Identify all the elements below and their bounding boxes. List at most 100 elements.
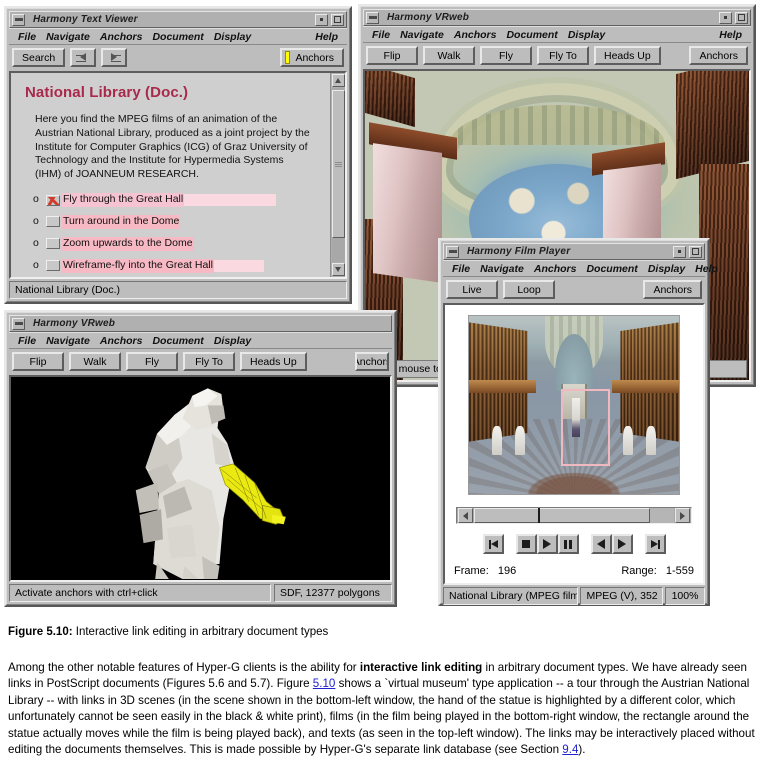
skip-to-start-button[interactable]	[483, 534, 504, 554]
document-view[interactable]: National Library (Doc.) Here you find th…	[9, 71, 347, 279]
menu-help[interactable]: Help	[714, 29, 747, 41]
document-link[interactable]: Turn around in the Dome	[62, 215, 180, 229]
film-position-scrollbar[interactable]	[456, 507, 692, 524]
loop-button[interactable]: Loop	[503, 280, 555, 299]
step-back-button[interactable]	[591, 534, 612, 554]
document-link[interactable]: Fly through the Great Hall	[62, 193, 184, 207]
menu-display[interactable]: Display	[209, 31, 256, 43]
window-vrweb-statue[interactable]: Harmony VRweb File Navigate Anchors Docu…	[4, 310, 397, 607]
fly-button[interactable]: Fly	[480, 46, 532, 65]
walk-button[interactable]: Walk	[69, 352, 121, 371]
anchors-button[interactable]: Anchors	[355, 352, 389, 371]
heads-up-button[interactable]: Heads Up	[240, 352, 307, 371]
anchors-button[interactable]: Anchors	[689, 46, 748, 65]
menubar[interactable]: File Navigate Anchors Document Display H…	[443, 260, 705, 277]
fly-button[interactable]: Fly	[126, 352, 178, 371]
menu-navigate[interactable]: Navigate	[395, 29, 449, 41]
menubar[interactable]: File Navigate Anchors Document Display	[9, 332, 392, 349]
fly-to-button[interactable]: Fly To	[183, 352, 235, 371]
walk-button[interactable]: Walk	[423, 46, 475, 65]
step-forward-button[interactable]	[612, 534, 633, 554]
fly-to-button[interactable]: Fly To	[537, 46, 589, 65]
list-item[interactable]: o Fly through the Great Hall	[33, 193, 320, 207]
titlebar[interactable]: Harmony VRweb	[363, 9, 751, 26]
skip-to-end-button[interactable]	[645, 534, 666, 554]
menu-document[interactable]: Document	[501, 29, 562, 41]
anchor-plain-icon[interactable]	[46, 260, 60, 271]
menu-document[interactable]: Document	[147, 335, 208, 347]
figure-crossref-link[interactable]: 5.10	[313, 677, 336, 690]
vertical-scrollbar[interactable]	[330, 73, 345, 277]
play-button[interactable]	[537, 534, 558, 554]
menu-anchors[interactable]: Anchors	[529, 263, 582, 275]
window-menu-icon[interactable]	[366, 12, 379, 24]
heads-up-button[interactable]: Heads Up	[594, 46, 661, 65]
menu-navigate[interactable]: Navigate	[41, 31, 95, 43]
menu-help[interactable]: Help	[690, 263, 723, 275]
back-button[interactable]	[70, 48, 96, 67]
document-link[interactable]: Zoom upwards to the Dome	[62, 237, 194, 251]
anchor-check-icon[interactable]	[46, 195, 60, 206]
minimize-icon[interactable]	[719, 12, 732, 24]
window-menu-icon[interactable]	[12, 318, 25, 330]
maximize-icon[interactable]	[689, 246, 702, 258]
live-button[interactable]: Live	[446, 280, 498, 299]
scroll-left-arrow-icon[interactable]	[458, 508, 473, 523]
flip-button[interactable]: Flip	[12, 352, 64, 371]
flip-button[interactable]: Flip	[366, 46, 418, 65]
section-crossref-link[interactable]: 9.4	[562, 743, 578, 756]
scroll-down-arrow-icon[interactable]	[332, 263, 345, 276]
menu-file[interactable]: File	[13, 31, 41, 43]
window-menu-icon[interactable]	[12, 14, 25, 26]
menu-document[interactable]: Document	[147, 31, 208, 43]
film-scroll-track[interactable]	[474, 508, 674, 523]
titlebar[interactable]: Harmony VRweb	[9, 315, 392, 332]
pause-button[interactable]	[558, 534, 579, 554]
film-link-anchor-rect[interactable]	[561, 389, 609, 466]
maximize-icon[interactable]	[331, 14, 344, 26]
menu-anchors[interactable]: Anchors	[95, 335, 148, 347]
minimize-icon[interactable]	[673, 246, 686, 258]
scroll-right-arrow-icon[interactable]	[675, 508, 690, 523]
anchor-plain-icon[interactable]	[46, 216, 60, 227]
stop-button[interactable]	[516, 534, 537, 554]
menu-navigate[interactable]: Navigate	[41, 335, 95, 347]
menubar[interactable]: File Navigate Anchors Document Display H…	[9, 28, 347, 45]
list-item[interactable]: o Zoom upwards to the Dome	[33, 237, 320, 251]
scroll-up-arrow-icon[interactable]	[332, 74, 345, 87]
menu-file[interactable]: File	[447, 263, 475, 275]
menu-display[interactable]: Display	[209, 335, 256, 347]
scene-3d-statue[interactable]	[9, 375, 392, 582]
menu-document[interactable]: Document	[581, 263, 642, 275]
scrollbar-thumb[interactable]	[332, 90, 345, 238]
window-text-viewer[interactable]: Harmony Text Viewer File Navigate Anchor…	[4, 6, 352, 304]
document-link[interactable]: Wireframe-fly into the Great Hall	[62, 259, 214, 273]
list-item[interactable]: o Wireframe-fly into the Great Hall	[33, 259, 320, 273]
menu-file[interactable]: File	[367, 29, 395, 41]
menu-help[interactable]: Help	[310, 31, 343, 43]
search-button[interactable]: Search	[12, 48, 65, 67]
titlebar[interactable]: Harmony Film Player	[443, 243, 705, 260]
anchor-plain-icon[interactable]	[46, 238, 60, 249]
menu-anchors[interactable]: Anchors	[449, 29, 502, 41]
window-menu-icon[interactable]	[446, 246, 459, 258]
menubar[interactable]: File Navigate Anchors Document Display H…	[363, 26, 751, 43]
film-view[interactable]: Frame: 196 Range: 1-559	[443, 303, 705, 585]
film-frame-image[interactable]	[468, 315, 680, 495]
forward-button[interactable]	[101, 48, 127, 67]
list-item[interactable]: o Turn around in the Dome	[33, 215, 320, 229]
anchors-button[interactable]: Anchors	[643, 280, 702, 299]
menu-navigate[interactable]: Navigate	[475, 263, 529, 275]
titlebar[interactable]: Harmony Text Viewer	[9, 11, 347, 28]
menu-file[interactable]: File	[13, 335, 41, 347]
film-scroll-thumb[interactable]	[474, 508, 650, 523]
menu-display[interactable]: Display	[563, 29, 610, 41]
minimize-icon[interactable]	[315, 14, 328, 26]
film-position-marker[interactable]	[538, 508, 540, 523]
maximize-icon[interactable]	[735, 12, 748, 24]
anchors-button[interactable]: Anchors	[280, 48, 344, 67]
window-film-player[interactable]: Harmony Film Player File Navigate Anchor…	[438, 238, 710, 606]
menu-anchors[interactable]: Anchors	[95, 31, 148, 43]
menu-display[interactable]: Display	[643, 263, 690, 275]
scrollbar-track[interactable]	[332, 88, 345, 262]
